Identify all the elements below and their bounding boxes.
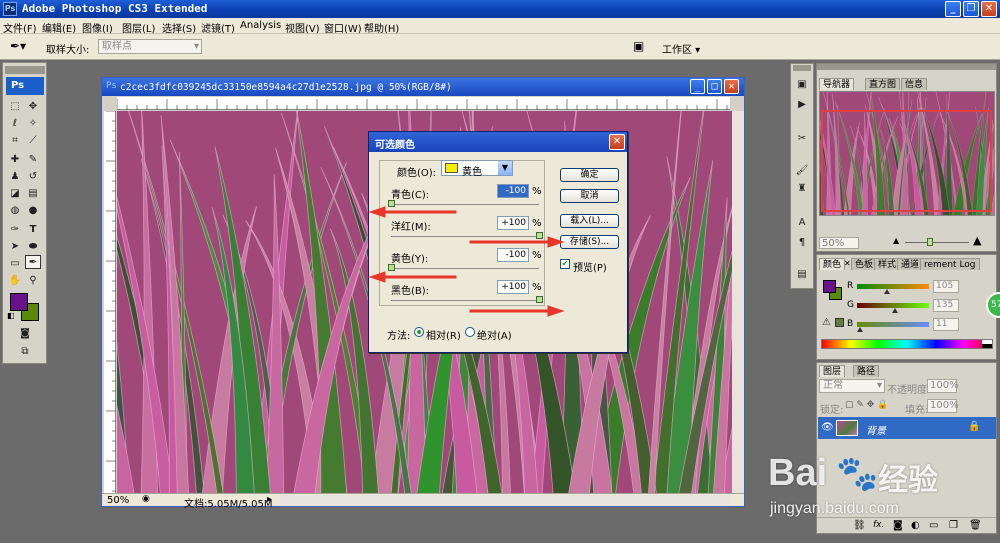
layer-row-background[interactable]: 👁 背景 🔒: [818, 417, 996, 439]
tab-navigator[interactable]: 导航器: [819, 78, 855, 90]
layer-name[interactable]: 背景: [866, 422, 886, 437]
dock-character-icon[interactable]: A: [794, 216, 810, 230]
watermark-jingyan: 经验: [878, 463, 938, 498]
red-arrow-left-2: [368, 271, 457, 283]
navigator-grip[interactable]: [817, 64, 996, 70]
foreground-color-swatch[interactable]: [10, 293, 28, 311]
layers-footer: ⛓ fx. ◙ ◐ ▭ ❐ 🗑: [817, 517, 996, 533]
dock-brushes-icon[interactable]: 🖌: [794, 164, 810, 178]
color-foreground-swatch[interactable]: [823, 280, 836, 293]
fill-field[interactable]: 100%: [927, 399, 959, 413]
dock-grip[interactable]: [793, 65, 811, 71]
layer-thumbnail: [836, 420, 858, 436]
opacity-field[interactable]: 100%: [927, 379, 959, 393]
zoom-out-icon[interactable]: ▲: [893, 236, 899, 245]
tab-info[interactable]: 信息: [901, 78, 928, 90]
tab-measurement-log[interactable]: rement Log: [920, 258, 980, 270]
tab-histogram[interactable]: 直方图: [865, 78, 901, 90]
adjustment-layer-icon[interactable]: ◐: [911, 520, 920, 531]
navigator-zoom[interactable]: 50%: [819, 237, 859, 249]
color-spectrum-bar[interactable]: [821, 339, 993, 349]
navigator-view-box[interactable]: [821, 110, 992, 212]
dock-tool-presets-icon[interactable]: ✂: [794, 132, 810, 146]
opacity-label: 不透明度:: [887, 385, 931, 396]
tab-paths[interactable]: 路径: [853, 365, 880, 377]
tab-color[interactable]: 颜色: [819, 258, 846, 270]
channel-slider-thumb[interactable]: [857, 327, 864, 332]
dock-history-icon[interactable]: ▣: [794, 78, 810, 92]
watermark-url: jingyan.baidu.com: [770, 500, 899, 517]
layer-lock-icon: 🔒: [968, 421, 981, 432]
navigator-thumbnail[interactable]: [819, 91, 995, 216]
link-layers-icon[interactable]: ⛓: [853, 520, 866, 531]
watermark-brand: Bai: [768, 452, 828, 494]
dock-clone-source-icon[interactable]: ♜: [794, 182, 810, 196]
channel-value-field[interactable]: 105: [933, 280, 959, 293]
gamut-warning-icon[interactable]: ⚠: [822, 317, 831, 328]
channel-slider[interactable]: [857, 322, 929, 327]
color-panel: 颜色 ✕ 色板 样式 通道 rement Log ⚠ R 105 G 135 B 11: [816, 254, 997, 360]
gamut-color-swatch[interactable]: [835, 318, 844, 327]
navigator-panel: 导航器 直方图 信息 50% ▲ ▲: [816, 63, 997, 252]
dock-paragraph-icon[interactable]: ¶: [794, 236, 810, 250]
red-arrow-left-1: [368, 206, 457, 218]
channel-label: G: [847, 300, 854, 310]
channel-slider-thumb[interactable]: [883, 289, 890, 294]
channel-label: R: [847, 281, 854, 291]
tab-close-icon[interactable]: ✕: [844, 259, 851, 268]
channel-slider-thumb[interactable]: [892, 308, 899, 313]
delete-layer-icon[interactable]: 🗑: [969, 520, 982, 531]
panel-dock: ▣ ▶ ✂ 🖌 ♜ A ¶ ▤: [790, 63, 814, 289]
navigator-zoom-slider[interactable]: [905, 242, 969, 243]
layer-style-icon[interactable]: fx.: [873, 520, 884, 530]
layer-mask-icon[interactable]: ◙: [893, 520, 903, 531]
lock-label: 锁定:: [820, 405, 844, 416]
channel-label: B: [847, 319, 854, 329]
navigator-slider-thumb[interactable]: [927, 238, 933, 246]
tab-layers[interactable]: 图层: [819, 365, 846, 377]
fill-label: 填充:: [905, 405, 929, 416]
channel-value-field[interactable]: 11: [933, 318, 959, 331]
new-layer-icon[interactable]: ❐: [949, 520, 958, 531]
lock-icons[interactable]: ▢ ✎ ✥ 🔒: [845, 400, 888, 410]
dock-actions-icon[interactable]: ▶: [794, 98, 810, 112]
baidu-paw-icon: 🐾: [836, 454, 879, 494]
channel-value-field[interactable]: 135: [933, 299, 959, 312]
new-group-icon[interactable]: ▭: [929, 520, 938, 531]
channel-slider[interactable]: [857, 284, 929, 289]
blend-mode-select[interactable]: 正常 ▾: [819, 379, 885, 393]
layer-visibility-eye-icon[interactable]: 👁: [821, 422, 834, 433]
zoom-in-icon[interactable]: ▲: [973, 234, 981, 247]
dock-layer-comps-icon[interactable]: ▤: [794, 268, 810, 282]
red-arrow-right-1: [469, 236, 565, 248]
red-arrow-right-2: [469, 305, 565, 317]
